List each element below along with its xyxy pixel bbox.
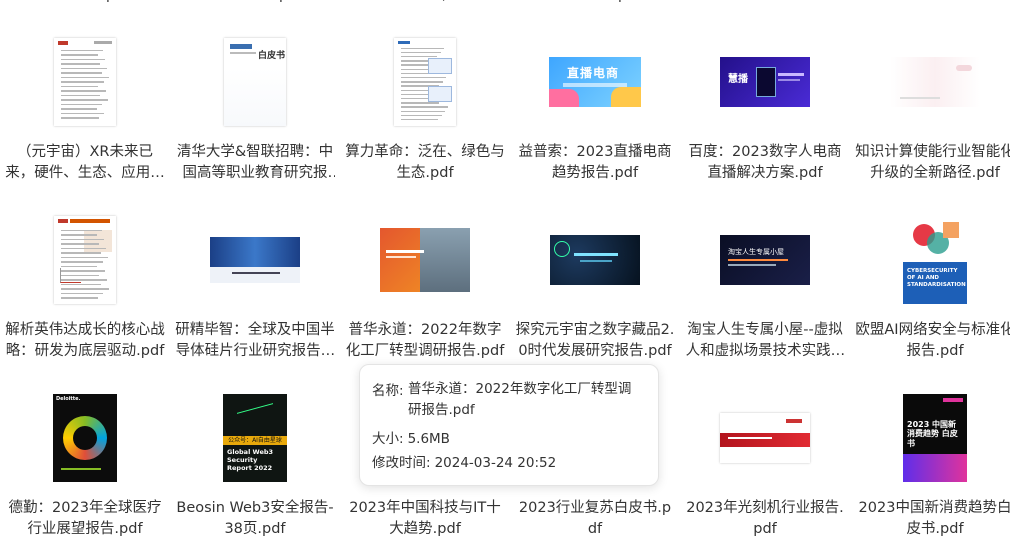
thumb-title: 2023 中国新消费趋势 白皮书 <box>907 419 958 448</box>
file-item[interactable]: Deloitte. 德勤：2023年全球医疗行业展望报告.pdf <box>0 378 170 553</box>
file-name: 普华永道：2022年数字化工厂转型调研报告.pdf <box>345 322 505 359</box>
file-item[interactable]: 慧播 百度：2023数字人电商直播解决方案.pdf <box>680 22 850 197</box>
xr-report-thumbnail <box>54 37 116 126</box>
file-item[interactable]: 探究元宇宙之数字藏品2.0时代发展研究报告.pdf <box>510 200 680 375</box>
tooltip-size-label: 大小: <box>372 431 404 447</box>
thumb-title: 慧播 <box>728 73 748 85</box>
file-thumbnail[interactable] <box>510 212 680 307</box>
file-item[interactable]: 公众号：AI自由星球 Global Web3 Security Report 2… <box>170 378 340 553</box>
thumb-title: 直播电商 <box>567 65 620 80</box>
cut-off-text: p <box>618 0 627 3</box>
file-thumbnail[interactable] <box>850 34 1010 129</box>
file-name: 百度：2023数字人电商直播解决方案.pdf <box>688 144 842 181</box>
knowledge-compute-thumbnail <box>890 56 980 107</box>
digital-collectibles-thumbnail <box>550 234 640 285</box>
file-name: 算力革命：泛在、绿色与生态.pdf <box>345 144 505 181</box>
digital-human-thumbnail: 慧播 <box>720 56 810 107</box>
tooltip-name-row: 名称: <box>372 379 408 399</box>
file-item[interactable]: 白皮书 清华大学&智联招聘：中国高等职业教育研究报告.pdf <box>170 22 340 197</box>
file-name: 2023年光刻机行业报告.pdf <box>686 500 844 537</box>
tooltip-modified-label: 修改时间: <box>372 455 431 471</box>
cut-off-text-row: p p ( p <box>0 0 680 3</box>
file-name: 2023年中国科技与IT十大趋势.pdf <box>349 500 501 537</box>
file-thumbnail[interactable] <box>680 390 850 485</box>
thumb-title: Global Web3 Security Report 2022 <box>227 447 274 472</box>
file-thumbnail[interactable] <box>0 34 170 129</box>
consumer-trends-thumbnail: 2023 中国新消费趋势 白皮书 <box>903 393 967 482</box>
lithography-thumbnail <box>720 412 810 463</box>
tooltip-size-row: 大小: 5.6MB <box>372 427 450 447</box>
file-item[interactable]: 解析英伟达成长的核心战略：研发为底层驱动.pdf <box>0 200 170 375</box>
file-name: 2023行业复苏白皮书.pdf <box>518 500 672 537</box>
file-thumbnail[interactable]: 淘宝人生专属小屋 <box>680 212 850 307</box>
file-thumbnail[interactable] <box>0 212 170 307</box>
file-thumbnail[interactable]: Deloitte. <box>0 390 170 485</box>
file-name: 解析英伟达成长的核心战略：研发为底层驱动.pdf <box>5 322 165 359</box>
file-name: 探究元宇宙之数字藏品2.0时代发展研究报告.pdf <box>515 322 675 359</box>
whitepaper-thumbnail: 白皮书 <box>224 37 286 126</box>
file-item[interactable]: 知识计算使能行业智能化升级的全新路径.pdf <box>850 22 1010 197</box>
thumb-watermark: 公众号：AI自由星球 <box>223 435 287 445</box>
file-thumbnail[interactable] <box>340 212 510 307</box>
file-thumbnail[interactable]: CYBERSECURITY OF AI AND STANDARDISATION <box>850 212 1010 307</box>
file-item[interactable]: 算力革命：泛在、绿色与生态.pdf <box>340 22 510 197</box>
file-thumbnail[interactable]: 公众号：AI自由星球 Global Web3 Security Report 2… <box>170 390 340 485</box>
file-name: （元宇宙）XR未来已来，硬件、生态、应用等多维度解析.pdf <box>5 144 165 181</box>
file-name: 益普索：2023直播电商趋势报告.pdf <box>518 144 672 181</box>
file-item[interactable]: 研精毕智：全球及中国半导体硅片行业研究报告.pdf <box>170 200 340 375</box>
tooltip-name-label: 名称: <box>372 383 404 399</box>
file-info-tooltip: 名称: 普华永道：2022年数字化工厂转型调研报告.pdf 大小: 5.6MB 修… <box>359 364 659 486</box>
file-item[interactable]: 2023 中国新消费趋势 白皮书 2023中国新消费趋势白皮书.pdf <box>850 378 1010 553</box>
deloitte-health-thumbnail: Deloitte. <box>53 393 117 482</box>
semiconductor-thumbnail <box>210 236 300 283</box>
thumb-title: 淘宝人生专属小屋 <box>728 247 784 256</box>
file-thumbnail[interactable]: 2023 中国新消费趋势 白皮书 <box>850 390 1010 485</box>
web3-security-thumbnail: 公众号：AI自由星球 Global Web3 Security Report 2… <box>223 393 287 482</box>
file-name: 淘宝人生专属小屋--虚拟人和虚拟场景技术实践.pdf <box>685 322 845 359</box>
file-item[interactable]: 2023年光刻机行业报告.pdf <box>680 378 850 553</box>
file-thumbnail[interactable]: 直播电商 <box>510 34 680 129</box>
file-item[interactable]: 直播电商 益普索：2023直播电商趋势报告.pdf <box>510 22 680 197</box>
file-name: 知识计算使能行业智能化升级的全新路径.pdf <box>855 144 1010 181</box>
thumb-brand: Deloitte. <box>56 395 81 402</box>
file-name: Beosin Web3安全报告-38页.pdf <box>176 500 334 537</box>
tooltip-name-value: 普华永道：2022年数字化工厂转型调研报告.pdf <box>408 381 632 418</box>
tooltip-modified-value: 2024-03-24 20:52 <box>434 455 557 471</box>
taobao-virtual-thumbnail: 淘宝人生专属小屋 <box>720 234 810 285</box>
file-name: 2023中国新消费趋势白皮书.pdf <box>858 500 1010 537</box>
thumb-title: CYBERSECURITY OF AI AND STANDARDISATION <box>907 267 966 288</box>
compute-report-thumbnail <box>394 37 456 126</box>
file-name: 清华大学&智联招聘：中国高等职业教育研究报告.pdf <box>176 144 334 181</box>
tooltip-modified-row: 修改时间: 2024-03-24 20:52 <box>372 451 556 471</box>
factory-report-thumbnail <box>380 227 470 292</box>
file-item[interactable]: 淘宝人生专属小屋 淘宝人生专属小屋--虚拟人和虚拟场景技术实践.pdf <box>680 200 850 375</box>
file-thumbnail[interactable] <box>340 34 510 129</box>
file-thumbnail[interactable] <box>170 212 340 307</box>
file-item[interactable]: （元宇宙）XR未来已来，硬件、生态、应用等多维度解析.pdf <box>0 22 170 197</box>
file-thumbnail[interactable]: 白皮书 <box>170 34 340 129</box>
file-name: 德勤：2023年全球医疗行业展望报告.pdf <box>8 500 162 537</box>
file-name: 研精毕智：全球及中国半导体硅片行业研究报告.pdf <box>175 322 335 359</box>
file-item[interactable]: 普华永道：2022年数字化工厂转型调研报告.pdf <box>340 200 510 375</box>
file-thumbnail[interactable]: 慧播 <box>680 34 850 129</box>
file-item[interactable]: CYBERSECURITY OF AI AND STANDARDISATION … <box>850 200 1010 375</box>
file-name: 欧盟AI网络安全与标准化报告.pdf <box>855 322 1010 359</box>
cut-off-text: p <box>106 0 115 3</box>
tooltip-size-value: 5.6MB <box>407 431 450 447</box>
cut-off-text: p <box>279 0 288 3</box>
live-commerce-thumbnail: 直播电商 <box>549 56 641 107</box>
cut-off-text: ( <box>440 0 445 3</box>
eu-cybersecurity-thumbnail: CYBERSECURITY OF AI AND STANDARDISATION <box>903 215 967 304</box>
thumb-title: 白皮书 <box>258 50 286 61</box>
nvidia-report-thumbnail <box>54 215 116 304</box>
